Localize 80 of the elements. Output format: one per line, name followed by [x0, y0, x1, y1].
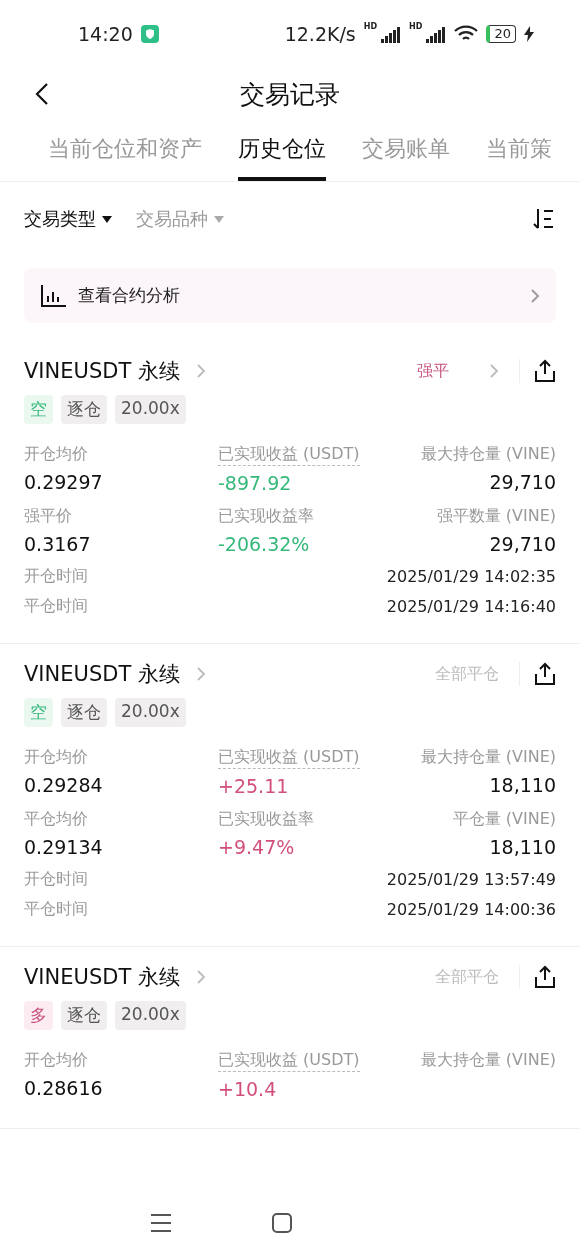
close-status: 全部平仓 [435, 966, 499, 988]
chevron-right-icon [195, 969, 206, 985]
stat-value: 18,110 [489, 836, 556, 858]
sort-icon[interactable] [532, 207, 556, 231]
stat-label: 已实现收益 (USDT) [218, 747, 360, 769]
signal-icon [426, 25, 447, 43]
margin-mode-tag: 逐仓 [61, 698, 107, 727]
battery-level: 20 [486, 25, 516, 43]
stat-label: 平仓量 (VINE) [452, 809, 556, 830]
side-tag: 多 [24, 1001, 53, 1030]
page-title: 交易记录 [240, 78, 340, 111]
time-value: 2025/01/29 14:16:40 [386, 596, 556, 616]
back-icon[interactable] [35, 82, 49, 106]
stat-value: 0.29134 [24, 836, 103, 858]
chevron-right-icon [195, 666, 206, 682]
clock: 14:20 [78, 23, 133, 45]
time-label: 平仓时间 [24, 898, 88, 920]
stat-value: -206.32% [218, 533, 310, 555]
time-value: 2025/01/29 13:57:49 [386, 869, 556, 889]
chevron-right-icon [530, 287, 540, 304]
stat-label: 最大持仓量 (VINE) [420, 1050, 556, 1071]
home-icon[interactable] [272, 1212, 292, 1233]
menu-icon[interactable] [150, 1212, 172, 1233]
close-status: 全部平仓 [435, 663, 499, 685]
filter-dropdown[interactable]: 交易类型 [24, 207, 112, 231]
share-icon[interactable] [534, 662, 556, 686]
time-label: 开仓时间 [24, 868, 88, 890]
hd-label: HD [409, 22, 423, 31]
charging-icon [524, 26, 534, 42]
side-tag: 空 [24, 395, 53, 424]
close-status: 强平 [417, 360, 449, 382]
shield-app-icon [140, 25, 159, 43]
chevron-right-icon [195, 363, 206, 379]
stat-label: 平仓均价 [24, 809, 88, 830]
stat-value: +9.47% [218, 836, 295, 858]
share-icon[interactable] [534, 965, 556, 989]
share-icon[interactable] [534, 359, 556, 383]
time-value: 2025/01/29 14:02:35 [386, 566, 556, 586]
network-speed: 12.2K/s [284, 23, 356, 45]
stat-value: 29,710 [489, 471, 556, 493]
contract-analysis-banner[interactable]: 查看合约分析 [24, 268, 556, 323]
stat-label: 强平数量 (VINE) [436, 506, 556, 527]
stat-value: 29,710 [489, 533, 556, 555]
margin-mode-tag: 逐仓 [61, 1001, 107, 1030]
symbol-title[interactable]: VINEUSDT 永续 [24, 963, 180, 991]
leverage-tag: 20.00x [115, 1001, 186, 1030]
leverage-tag: 20.00x [115, 395, 186, 424]
time-value: 2025/01/29 14:00:36 [386, 899, 556, 919]
hd-label: HD [363, 22, 378, 31]
tab[interactable]: 历史仓位 [238, 120, 326, 181]
stat-label: 已实现收益率 [218, 506, 314, 527]
bar-chart-icon [40, 283, 66, 308]
stat-value: 18,110 [489, 774, 556, 796]
symbol-title[interactable]: VINEUSDT 永续 [24, 357, 180, 385]
time-label: 开仓时间 [24, 565, 88, 587]
chevron-right-icon [489, 363, 499, 379]
side-tag: 空 [24, 698, 53, 727]
stat-label: 已实现收益率 [218, 809, 314, 830]
caret-icon [102, 215, 112, 223]
stat-value: 0.29284 [24, 774, 103, 796]
stat-value: 0.29297 [24, 471, 103, 493]
time-label: 平仓时间 [24, 595, 88, 617]
caret-icon [214, 215, 224, 223]
margin-mode-tag: 逐仓 [61, 395, 107, 424]
leverage-tag: 20.00x [115, 698, 186, 727]
stat-value: 0.3167 [24, 533, 91, 555]
stat-label: 开仓均价 [24, 444, 88, 465]
stat-label: 已实现收益 (USDT) [218, 444, 360, 466]
symbol-title[interactable]: VINEUSDT 永续 [24, 660, 180, 688]
stat-label: 已实现收益 (USDT) [218, 1050, 360, 1072]
stat-label: 最大持仓量 (VINE) [420, 747, 556, 768]
stat-value: +25.11 [218, 775, 289, 797]
stat-label: 最大持仓量 (VINE) [420, 444, 556, 465]
stat-label: 强平价 [24, 506, 72, 527]
stat-label: 开仓均价 [24, 1050, 88, 1071]
stat-value: +10.4 [218, 1078, 277, 1100]
stat-label: 开仓均价 [24, 747, 88, 768]
stat-value: -897.92 [218, 472, 292, 494]
stat-value: 0.28616 [24, 1077, 103, 1099]
signal-icon [381, 25, 402, 43]
